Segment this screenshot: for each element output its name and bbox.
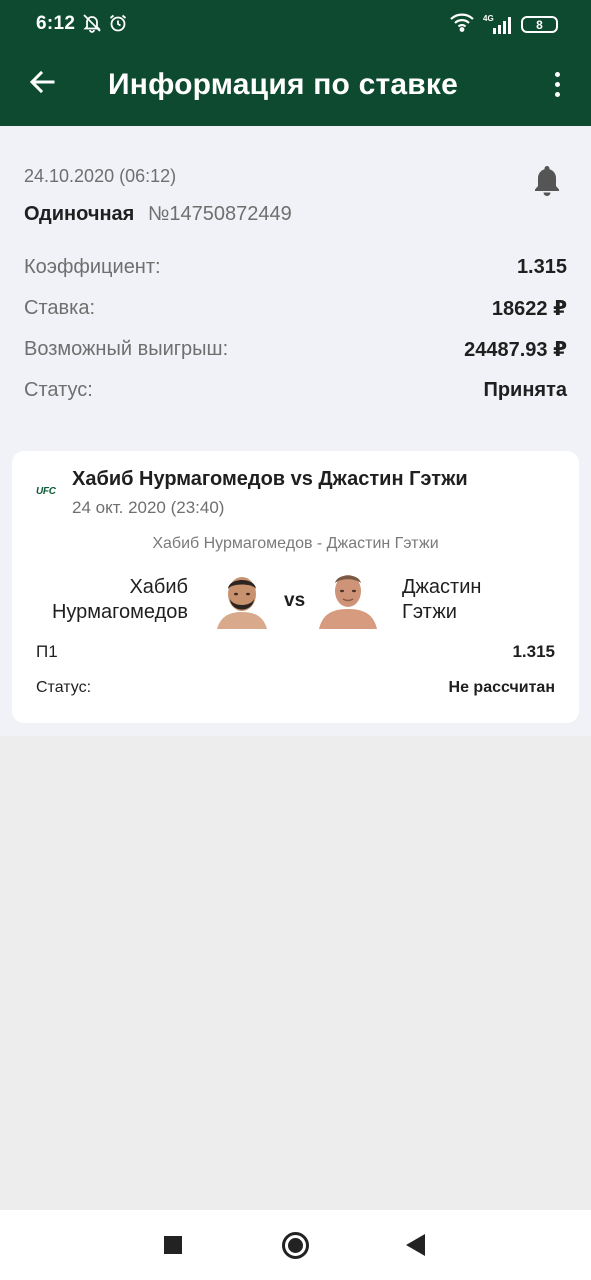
more-vert-icon-dot bbox=[554, 91, 560, 97]
event-status-row: Статус: Не рассчитан bbox=[36, 679, 555, 697]
back-button[interactable] bbox=[22, 64, 62, 104]
bet-type: Одиночная bbox=[24, 203, 135, 225]
status-icons-left bbox=[82, 13, 128, 38]
bet-summary: 24.10.2020 (06:12) Одиночная №1475087244… bbox=[0, 126, 591, 436]
wifi-icon bbox=[449, 12, 475, 37]
fighter1-name: Хабиб Нурмагомедов bbox=[52, 575, 188, 625]
back-triangle-icon[interactable] bbox=[406, 1234, 425, 1256]
status-row: Статус: Принята bbox=[24, 376, 567, 404]
network-type: 4G bbox=[483, 13, 494, 23]
bet-type-row: Одиночная №14750872449 bbox=[24, 203, 292, 226]
home-circle-icon[interactable] bbox=[282, 1232, 309, 1259]
bell-off-icon bbox=[82, 13, 102, 38]
fighter2-name: Джастин Гэтжи bbox=[402, 575, 481, 625]
bell-icon[interactable] bbox=[533, 164, 561, 196]
stake-label: Ставка: bbox=[24, 296, 95, 319]
payout-label: Возможный выигрыш: bbox=[24, 337, 229, 360]
bet-number: №14750872449 bbox=[147, 203, 292, 225]
battery-level: 8 bbox=[536, 17, 543, 32]
odds-value: 1.315 bbox=[516, 255, 567, 278]
fighter1-avatar bbox=[211, 567, 273, 629]
outcome-row: П1 1.315 bbox=[36, 642, 555, 662]
fighter2-name-line2: Гэтжи bbox=[402, 601, 457, 623]
status-time: 6:12 bbox=[36, 13, 76, 34]
system-nav-bar bbox=[0, 1210, 591, 1280]
stake-row: Ставка: 18622 ₽ bbox=[24, 294, 567, 322]
signal-icon: 4G bbox=[483, 13, 513, 35]
odds-label: Коэффициент: bbox=[24, 255, 161, 278]
fighter2-avatar bbox=[317, 567, 379, 629]
more-menu-button[interactable] bbox=[545, 64, 569, 104]
vs-label: vs bbox=[284, 590, 306, 611]
more-vert-icon-dot bbox=[554, 81, 560, 87]
battery-icon: 8 bbox=[521, 16, 558, 33]
page-title: Информация по ставке bbox=[108, 68, 458, 101]
payout-row: Возможный выигрыш: 24487.93 ₽ bbox=[24, 335, 567, 363]
status-bar: 6:12 4G 8 bbox=[0, 0, 591, 42]
status-icons-right: 4G 8 bbox=[449, 12, 558, 37]
stake-value: 18622 ₽ bbox=[491, 297, 567, 320]
event-date: 24 окт. 2020 (23:40) bbox=[72, 498, 225, 517]
arrow-left-icon bbox=[28, 68, 56, 101]
status-value: Принята bbox=[483, 378, 567, 401]
odds-row: Коэффициент: 1.315 bbox=[24, 253, 567, 281]
ufc-logo: UFC bbox=[36, 486, 56, 497]
event-card[interactable]: UFC Хабиб Нурмагомедов vs Джастин Гэтжи … bbox=[12, 451, 579, 723]
fighter1-name-line2: Нурмагомедов bbox=[51, 601, 188, 623]
event-matchup: Хабиб Нурмагомедов - Джастин Гэтжи bbox=[152, 535, 439, 552]
event-status-label: Статус: bbox=[36, 679, 92, 696]
fighter2-name-line1: Джастин bbox=[402, 576, 482, 598]
home-circle-inner bbox=[288, 1238, 303, 1253]
event-status-value: Не рассчитан bbox=[448, 679, 555, 696]
app-bar: Информация по ставке bbox=[0, 42, 591, 126]
outcome-odds: 1.315 bbox=[512, 642, 555, 661]
recents-square-icon[interactable] bbox=[164, 1236, 182, 1254]
payout-value: 24487.93 ₽ bbox=[464, 338, 567, 361]
status-label: Статус: bbox=[24, 378, 93, 401]
event-title: Хабиб Нурмагомедов vs Джастин Гэтжи bbox=[72, 468, 468, 490]
more-vert-icon-dot bbox=[554, 71, 560, 77]
bet-date: 24.10.2020 (06:12) bbox=[24, 166, 177, 186]
fighter1-name-line1: Хабиб bbox=[129, 576, 188, 598]
alarm-icon bbox=[108, 13, 128, 38]
outcome-label: П1 bbox=[36, 642, 58, 661]
